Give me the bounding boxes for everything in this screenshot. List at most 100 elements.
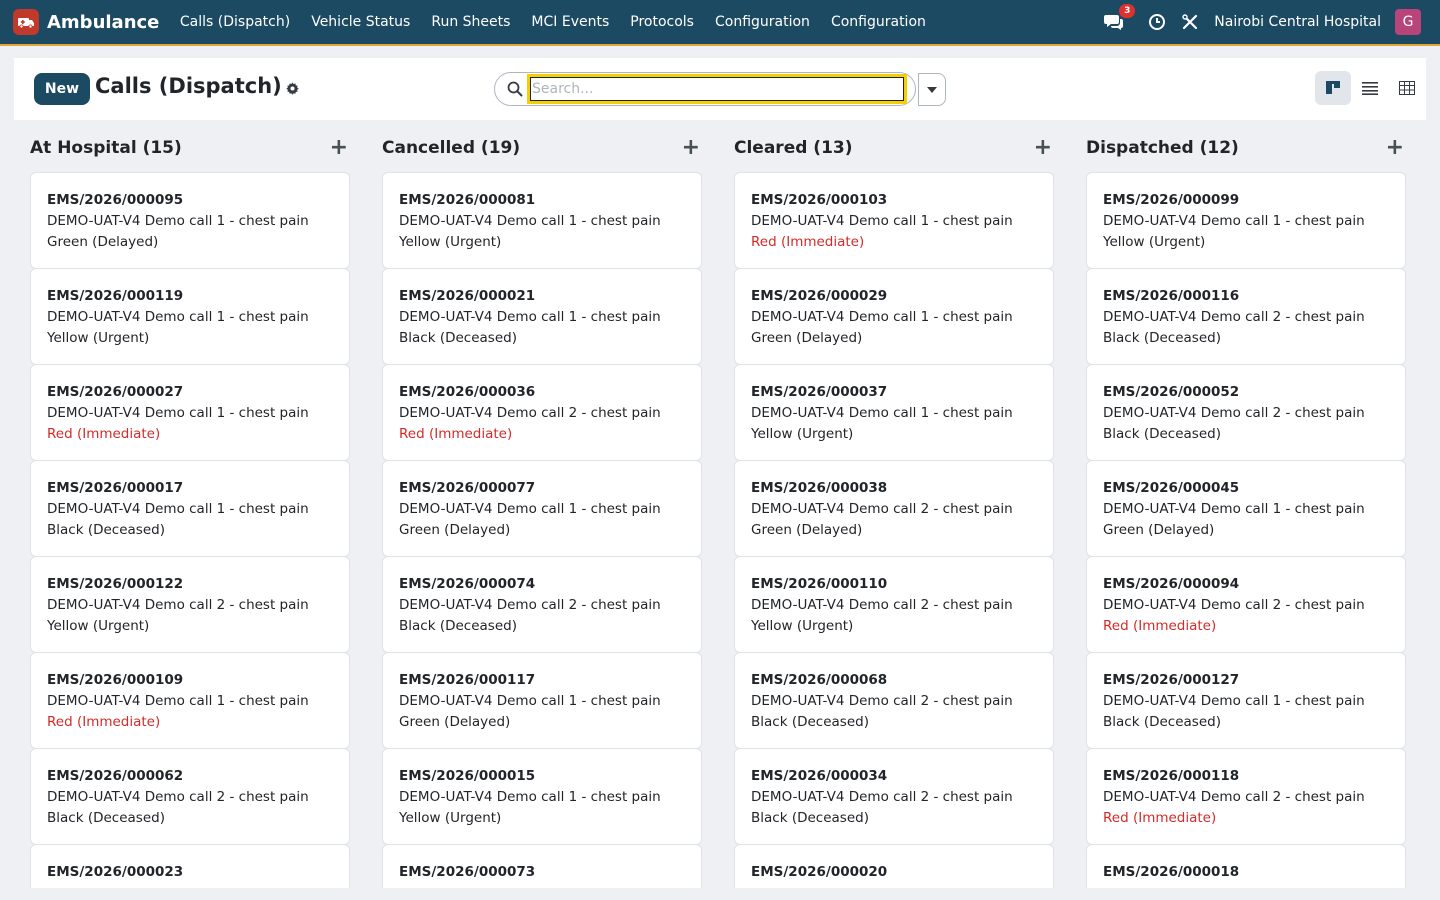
card-priority: Black (Deceased) (751, 810, 869, 826)
card-priority: Yellow (Urgent) (751, 618, 854, 634)
column-title[interactable]: Cleared (13) (734, 138, 853, 158)
card-description: DEMO-UAT-V4 Demo call 1 - chest pain (751, 309, 1013, 325)
column-title[interactable]: Dispatched (12) (1086, 138, 1239, 158)
kanban-card[interactable]: EMS/2026/000015 DEMO-UAT-V4 Demo call 1 -… (382, 748, 702, 845)
page-title: Calls (Dispatch) (95, 74, 282, 98)
view-switcher (1315, 71, 1426, 105)
card-priority: Red (Immediate) (47, 426, 161, 442)
kanban-card[interactable]: EMS/2026/000068 DEMO-UAT-V4 Demo call 2 -… (734, 652, 1054, 749)
kanban-card[interactable]: EMS/2026/000119 DEMO-UAT-V4 Demo call 1 -… (30, 268, 350, 365)
kanban-card[interactable]: EMS/2026/000094 DEMO-UAT-V4 Demo call 2 -… (1086, 556, 1406, 653)
card-description: DEMO-UAT-V4 Demo call 1 - chest pain (399, 309, 661, 325)
kanban-card[interactable]: EMS/2026/000117 DEMO-UAT-V4 Demo call 1 -… (382, 652, 702, 749)
ambulance-icon[interactable] (13, 9, 39, 35)
kanban-card[interactable]: EMS/2026/000127 DEMO-UAT-V4 Demo call 1 -… (1086, 652, 1406, 749)
column-quick-create-icon[interactable]: + (1034, 137, 1054, 159)
kanban-card[interactable]: EMS/2026/000052 DEMO-UAT-V4 Demo call 2 -… (1086, 364, 1406, 461)
menu-calls-dispatch[interactable]: Calls (Dispatch) (169, 14, 300, 30)
card-priority: Yellow (Urgent) (399, 810, 502, 826)
kanban-card[interactable]: EMS/2026/000095 DEMO-UAT-V4 Demo call 1 -… (30, 172, 350, 269)
card-reference: EMS/2026/000027 (47, 384, 184, 400)
kanban-card[interactable]: EMS/2026/000038 DEMO-UAT-V4 Demo call 2 -… (734, 460, 1054, 557)
kanban-card[interactable]: EMS/2026/000023 (30, 844, 350, 888)
card-reference: EMS/2026/000109 (47, 672, 184, 688)
card-reference: EMS/2026/000122 (47, 576, 184, 592)
card-priority: Black (Deceased) (399, 330, 517, 346)
menu-vehicle-status[interactable]: Vehicle Status (301, 14, 421, 30)
kanban-card[interactable]: EMS/2026/000045 DEMO-UAT-V4 Demo call 1 -… (1086, 460, 1406, 557)
card-priority: Yellow (Urgent) (47, 618, 150, 634)
column-quick-create-icon[interactable]: + (330, 137, 350, 159)
card-priority: Red (Immediate) (1103, 810, 1217, 826)
kanban-column: Dispatched (12) + EMS/2026/000099 DEMO-UAT-… (1086, 124, 1406, 888)
kanban-card[interactable]: EMS/2026/000017 DEMO-UAT-V4 Demo call 1 -… (30, 460, 350, 557)
card-priority: Green (Delayed) (751, 522, 863, 538)
column-header: Cancelled (19) + (382, 124, 702, 172)
kanban-card[interactable]: EMS/2026/000034 DEMO-UAT-V4 Demo call 2 -… (734, 748, 1054, 845)
search-options-toggle[interactable] (918, 73, 946, 106)
activity-button[interactable] (1148, 13, 1166, 31)
kanban-card[interactable]: EMS/2026/000037 DEMO-UAT-V4 Demo call 1 -… (734, 364, 1054, 461)
gear-icon[interactable] (286, 82, 299, 99)
card-reference: EMS/2026/000103 (751, 192, 888, 208)
card-reference: EMS/2026/000116 (1103, 288, 1240, 304)
kanban-card[interactable]: EMS/2026/000116 DEMO-UAT-V4 Demo call 2 -… (1086, 268, 1406, 365)
column-header: At Hospital (15) + (30, 124, 350, 172)
kanban-card[interactable]: EMS/2026/000099 DEMO-UAT-V4 Demo call 1 -… (1086, 172, 1406, 269)
user-avatar[interactable]: G (1395, 9, 1421, 35)
kanban-card[interactable]: EMS/2026/000073 (382, 844, 702, 888)
new-button[interactable]: New (34, 73, 90, 105)
kanban-card[interactable]: EMS/2026/000103 DEMO-UAT-V4 Demo call 1 -… (734, 172, 1054, 269)
card-priority: Black (Deceased) (1103, 426, 1221, 442)
menu-configuration[interactable]: Configuration (704, 14, 820, 30)
kanban-card[interactable]: EMS/2026/000110 DEMO-UAT-V4 Demo call 2 -… (734, 556, 1054, 653)
card-description: DEMO-UAT-V4 Demo call 2 - chest pain (751, 693, 1013, 709)
kanban-card[interactable]: EMS/2026/000081 DEMO-UAT-V4 Demo call 1 -… (382, 172, 702, 269)
menu-run-sheets[interactable]: Run Sheets (421, 14, 521, 30)
card-reference: EMS/2026/000118 (1103, 768, 1240, 784)
kanban-card[interactable]: EMS/2026/000122 DEMO-UAT-V4 Demo call 2 -… (30, 556, 350, 653)
kanban-card[interactable]: EMS/2026/000021 DEMO-UAT-V4 Demo call 1 -… (382, 268, 702, 365)
card-priority: Green (Delayed) (1103, 522, 1215, 538)
card-priority: Red (Immediate) (751, 234, 865, 250)
kanban-card[interactable]: EMS/2026/000036 DEMO-UAT-V4 Demo call 2 -… (382, 364, 702, 461)
menu-configuration-2[interactable]: Configuration (820, 14, 936, 30)
card-priority: Red (Immediate) (1103, 618, 1217, 634)
pivot-view-icon (1399, 81, 1415, 95)
column-quick-create-icon[interactable]: + (1386, 137, 1406, 159)
kanban-card[interactable]: EMS/2026/000018 (1086, 844, 1406, 888)
menu-protocols[interactable]: Protocols (620, 14, 705, 30)
kanban-card[interactable]: EMS/2026/000020 (734, 844, 1054, 888)
column-quick-create-icon[interactable]: + (682, 137, 702, 159)
column-title[interactable]: Cancelled (19) (382, 138, 520, 158)
card-reference: EMS/2026/000015 (399, 768, 536, 784)
card-reference: EMS/2026/000110 (751, 576, 888, 592)
card-description: DEMO-UAT-V4 Demo call 2 - chest pain (1103, 309, 1365, 325)
list-view-button[interactable] (1352, 71, 1388, 105)
card-description: DEMO-UAT-V4 Demo call 2 - chest pain (47, 597, 309, 613)
card-description: DEMO-UAT-V4 Demo call 1 - chest pain (47, 501, 309, 517)
column-header: Cleared (13) + (734, 124, 1054, 172)
pivot-view-button[interactable] (1389, 71, 1425, 105)
app-name[interactable]: Ambulance (47, 12, 159, 33)
company-switcher[interactable]: Nairobi Central Hospital (1214, 14, 1381, 30)
card-priority: Black (Deceased) (1103, 714, 1221, 730)
kanban-view-button[interactable] (1315, 71, 1351, 105)
card-priority: Yellow (Urgent) (399, 234, 502, 250)
card-description: DEMO-UAT-V4 Demo call 2 - chest pain (751, 501, 1013, 517)
kanban-card[interactable]: EMS/2026/000118 DEMO-UAT-V4 Demo call 2 -… (1086, 748, 1406, 845)
kanban-card[interactable]: EMS/2026/000029 DEMO-UAT-V4 Demo call 1 -… (734, 268, 1054, 365)
tools-button[interactable] (1182, 14, 1198, 30)
column-title[interactable]: At Hospital (15) (30, 138, 182, 158)
kanban-card[interactable]: EMS/2026/000077 DEMO-UAT-V4 Demo call 1 -… (382, 460, 702, 557)
kanban-card[interactable]: EMS/2026/000062 DEMO-UAT-V4 Demo call 2 -… (30, 748, 350, 845)
messages-button[interactable]: 3 (1104, 4, 1136, 31)
card-priority: Yellow (Urgent) (751, 426, 854, 442)
kanban-card[interactable]: EMS/2026/000109 DEMO-UAT-V4 Demo call 1 -… (30, 652, 350, 749)
card-reference: EMS/2026/000117 (399, 672, 536, 688)
card-reference: EMS/2026/000077 (399, 480, 536, 496)
kanban-card[interactable]: EMS/2026/000074 DEMO-UAT-V4 Demo call 2 -… (382, 556, 702, 653)
kanban-card[interactable]: EMS/2026/000027 DEMO-UAT-V4 Demo call 1 -… (30, 364, 350, 461)
menu-mci-events[interactable]: MCI Events (521, 14, 620, 30)
search-input[interactable] (527, 74, 907, 104)
